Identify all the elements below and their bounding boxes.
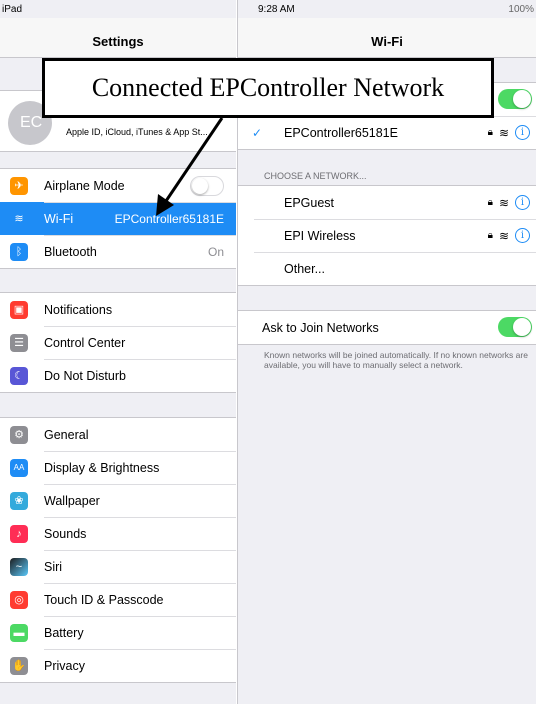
ask-to-join-group: Ask to Join Networks <box>238 310 536 345</box>
general-group: ⚙ General AA Display & Brightness ❀ Wall… <box>0 417 236 683</box>
choose-network-header: CHOOSE A NETWORK... <box>264 171 367 181</box>
checkmark-icon: ✓ <box>252 125 263 140</box>
sidebar-item-general[interactable]: ⚙ General <box>0 418 236 451</box>
sidebar-item-label: Touch ID & Passcode <box>44 592 164 607</box>
sidebar-item-do-not-disturb[interactable]: ☾ Do Not Disturb <box>0 359 236 392</box>
siri-icon: ~ <box>10 558 28 576</box>
hand-icon: ✋ <box>10 657 28 675</box>
ask-to-join-label: Ask to Join Networks <box>262 320 379 335</box>
sidebar-item-label: Airplane Mode <box>44 178 125 193</box>
sidebar-item-wifi[interactable]: ≋ Wi-Fi EPController65181E <box>0 202 236 235</box>
sidebar-item-label: Privacy <box>44 658 85 673</box>
settings-title: Settings <box>92 34 144 49</box>
bluetooth-value: On <box>207 244 224 259</box>
control-center-icon: ☰ <box>10 334 28 352</box>
sidebar-item-touch-id[interactable]: ◎ Touch ID & Passcode <box>0 583 236 616</box>
network-name: EPI Wireless <box>284 228 356 243</box>
wifi-title: Wi-Fi <box>371 34 403 49</box>
sidebar-item-bluetooth[interactable]: ᛒ Bluetooth On <box>0 235 236 268</box>
apple-id-subtitle: Apple ID, iCloud, iTunes & App St... <box>66 127 208 137</box>
fingerprint-icon: ◎ <box>10 591 28 609</box>
ask-to-join-row: Ask to Join Networks <box>238 311 536 344</box>
lock-icon: 🔒︎ <box>487 197 493 208</box>
airplane-mode-toggle[interactable] <box>190 176 224 196</box>
other-network-label: Other... <box>284 261 325 276</box>
sidebar-item-label: Wallpaper <box>44 493 100 508</box>
clock: 9:28 AM <box>258 4 295 15</box>
info-icon[interactable]: i <box>515 125 530 140</box>
network-list: EPGuest 🔒︎ ≋ i EPI Wireless 🔒︎ ≋ i Other… <box>238 185 536 286</box>
sidebar-item-battery[interactable]: ▬ Battery <box>0 616 236 649</box>
sidebar-item-label: Do Not Disturb <box>44 368 126 383</box>
notifications-icon: ▣ <box>10 301 28 319</box>
lock-icon: 🔒︎ <box>487 127 493 138</box>
display-icon: AA <box>10 459 28 477</box>
network-status-icons: 🔒︎ ≋ i <box>488 228 530 243</box>
sidebar-item-label: Sounds <box>44 526 87 541</box>
connected-network-row[interactable]: ✓ EPController65181E 🔒︎ ≋ i <box>238 116 536 149</box>
sidebar-item-notifications[interactable]: ▣ Notifications <box>0 293 236 326</box>
network-row-epi-wireless[interactable]: EPI Wireless 🔒︎ ≋ i <box>238 219 536 252</box>
info-icon[interactable]: i <box>515 228 530 243</box>
sidebar-item-control-center[interactable]: ☰ Control Center <box>0 326 236 359</box>
sidebar-item-airplane-mode[interactable]: ✈ Airplane Mode <box>0 169 236 202</box>
wifi-signal-icon: ≋ <box>498 195 509 210</box>
notifications-group: ▣ Notifications ☰ Control Center ☾ Do No… <box>0 292 236 393</box>
sidebar-item-label: Siri <box>44 559 63 574</box>
battery-icon: ▬ <box>10 624 28 642</box>
sidebar-item-wallpaper[interactable]: ❀ Wallpaper <box>0 484 236 517</box>
ask-to-join-toggle[interactable] <box>498 317 532 337</box>
info-icon[interactable]: i <box>515 195 530 210</box>
status-bar: iPad 9:28 AM 100% <box>0 0 536 20</box>
sidebar-item-sounds[interactable]: ♪ Sounds <box>0 517 236 550</box>
ask-to-join-footnote: Known networks will be joined automatica… <box>264 350 528 370</box>
sidebar-item-label: Battery <box>44 625 84 640</box>
connected-network-name: EPController65181E <box>284 125 398 140</box>
bluetooth-icon: ᛒ <box>10 243 28 261</box>
wifi-icon: ≋ <box>10 210 28 228</box>
sidebar-item-label: Wi-Fi <box>44 211 74 226</box>
connectivity-group: ✈ Airplane Mode ≋ Wi-Fi EPController6518… <box>0 168 236 269</box>
network-name: EPGuest <box>284 195 335 210</box>
annotation-callout: Connected EPController Network <box>42 58 494 118</box>
wifi-network-value: EPController65181E <box>114 211 224 226</box>
sidebar-item-label: Bluetooth <box>44 244 97 259</box>
sidebar-item-privacy[interactable]: ✋ Privacy <box>0 649 236 682</box>
sidebar-item-label: Display & Brightness <box>44 460 160 475</box>
wifi-toggle[interactable] <box>498 89 532 109</box>
wallpaper-icon: ❀ <box>10 492 28 510</box>
sidebar-item-label: Notifications <box>44 302 113 317</box>
sidebar-item-label: Control Center <box>44 335 126 350</box>
lock-icon: 🔒︎ <box>487 230 493 241</box>
sounds-icon: ♪ <box>10 525 28 543</box>
network-status-icons: 🔒︎ ≋ i <box>488 125 530 140</box>
wifi-signal-icon: ≋ <box>498 228 509 243</box>
sidebar-item-siri[interactable]: ~ Siri <box>0 550 236 583</box>
network-row-other[interactable]: Other... <box>238 252 536 285</box>
airplane-icon: ✈ <box>10 177 28 195</box>
sidebar-item-display-brightness[interactable]: AA Display & Brightness <box>0 451 236 484</box>
network-status-icons: 🔒︎ ≋ i <box>488 195 530 210</box>
moon-icon: ☾ <box>10 367 28 385</box>
battery-label: 100% <box>508 4 534 15</box>
gear-icon: ⚙ <box>10 426 28 444</box>
sidebar-item-label: General <box>44 427 89 442</box>
network-row-epguest[interactable]: EPGuest 🔒︎ ≋ i <box>238 186 536 219</box>
carrier-label: iPad <box>2 4 23 15</box>
wifi-signal-icon: ≋ <box>498 125 509 140</box>
